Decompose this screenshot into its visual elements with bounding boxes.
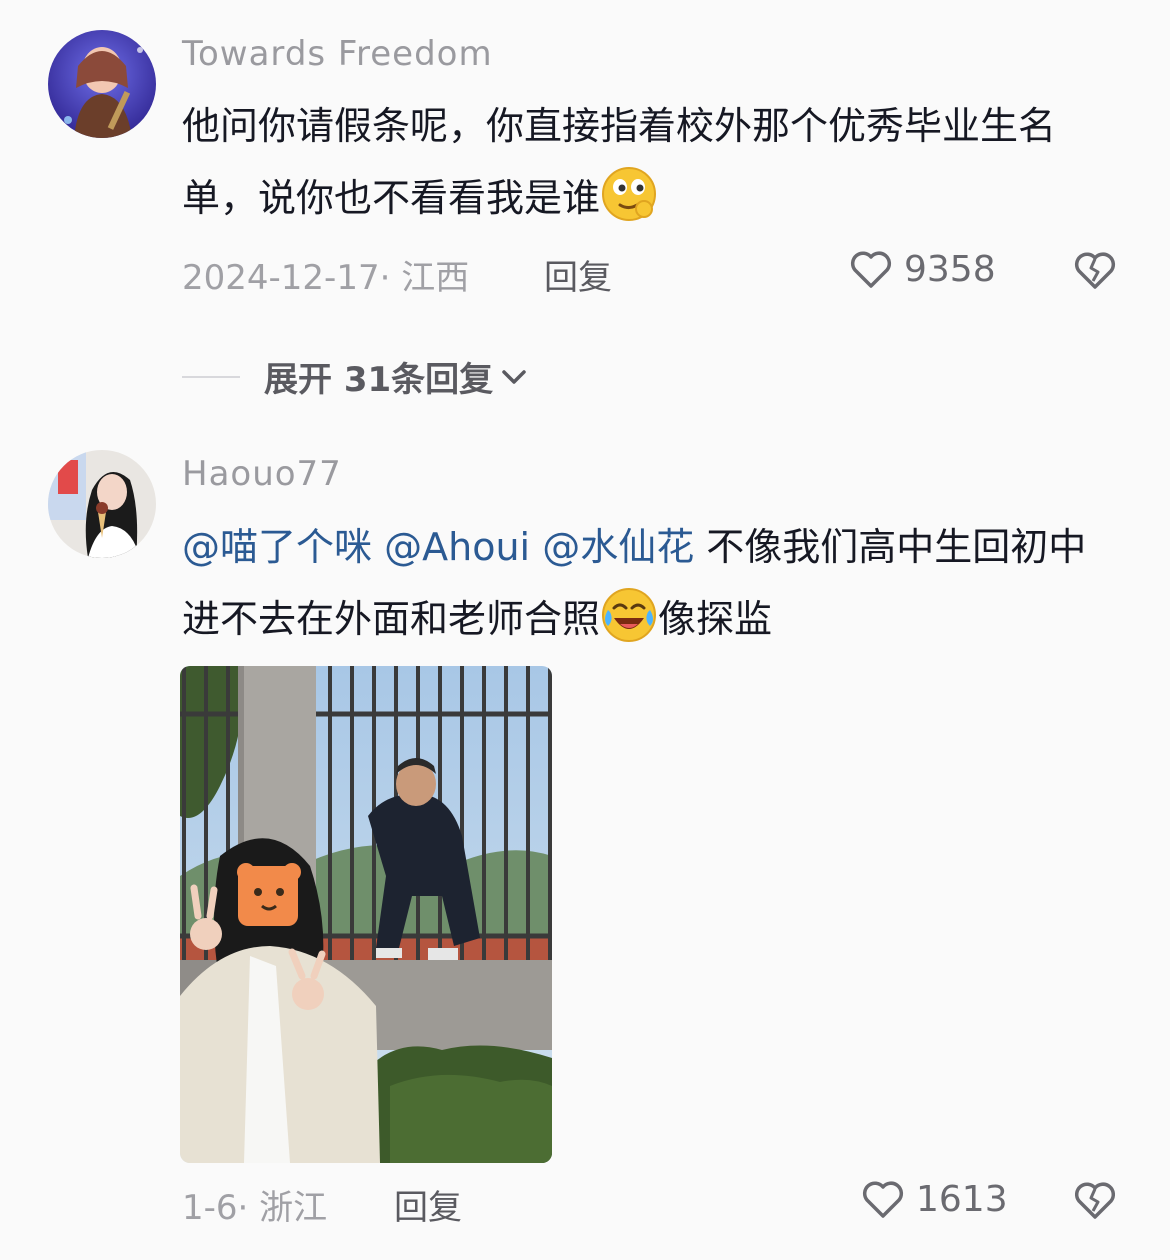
- username[interactable]: Haouo77: [182, 454, 342, 494]
- heart-icon: [850, 251, 892, 288]
- reply-button[interactable]: 回复: [394, 1180, 462, 1229]
- like-button[interactable]: 1613: [860, 1176, 1008, 1222]
- smirk-emoji-icon: [600, 165, 658, 223]
- broken-heart-icon: [1074, 252, 1116, 289]
- laughing-tears-icon: [600, 586, 658, 644]
- dislike-button[interactable]: [1072, 247, 1118, 293]
- comment-text-content: 像探监: [658, 597, 773, 641]
- comment-photo[interactable]: [180, 666, 552, 1163]
- like-count: 9358: [904, 248, 996, 290]
- user-avatar[interactable]: [48, 450, 156, 558]
- chevron-down-icon: [502, 369, 526, 384]
- mention-link[interactable]: @水仙花: [542, 525, 694, 569]
- mention-link[interactable]: @喵了个咪: [182, 525, 372, 569]
- user-avatar[interactable]: [48, 30, 156, 138]
- comment-date-location: 1-6· 浙江: [182, 1188, 328, 1228]
- comment-text: 他问你请假条呢，你直接指着校外那个优秀毕业生名单，说你也不看看我是谁: [182, 90, 1122, 234]
- comment-text: @喵了个咪 @Ahoui @水仙花 不像我们高中生回初中进不去在外面和老师合照 …: [182, 511, 1122, 655]
- heart-icon: [862, 1181, 904, 1218]
- expand-replies-button[interactable]: 展开 31条回复: [182, 352, 531, 401]
- broken-heart-icon: [1074, 1182, 1116, 1219]
- username[interactable]: Towards Freedom: [182, 34, 493, 74]
- divider-line: [182, 375, 240, 378]
- expand-replies-label: 展开 31条回复: [264, 360, 494, 400]
- reply-button[interactable]: 回复: [544, 250, 612, 299]
- like-count: 1613: [916, 1178, 1008, 1220]
- mention-link[interactable]: @Ahoui: [384, 525, 530, 569]
- dislike-button[interactable]: [1072, 1177, 1118, 1223]
- like-button[interactable]: 9358: [848, 246, 996, 292]
- comment-date-location: 2024-12-17· 江西: [182, 258, 470, 298]
